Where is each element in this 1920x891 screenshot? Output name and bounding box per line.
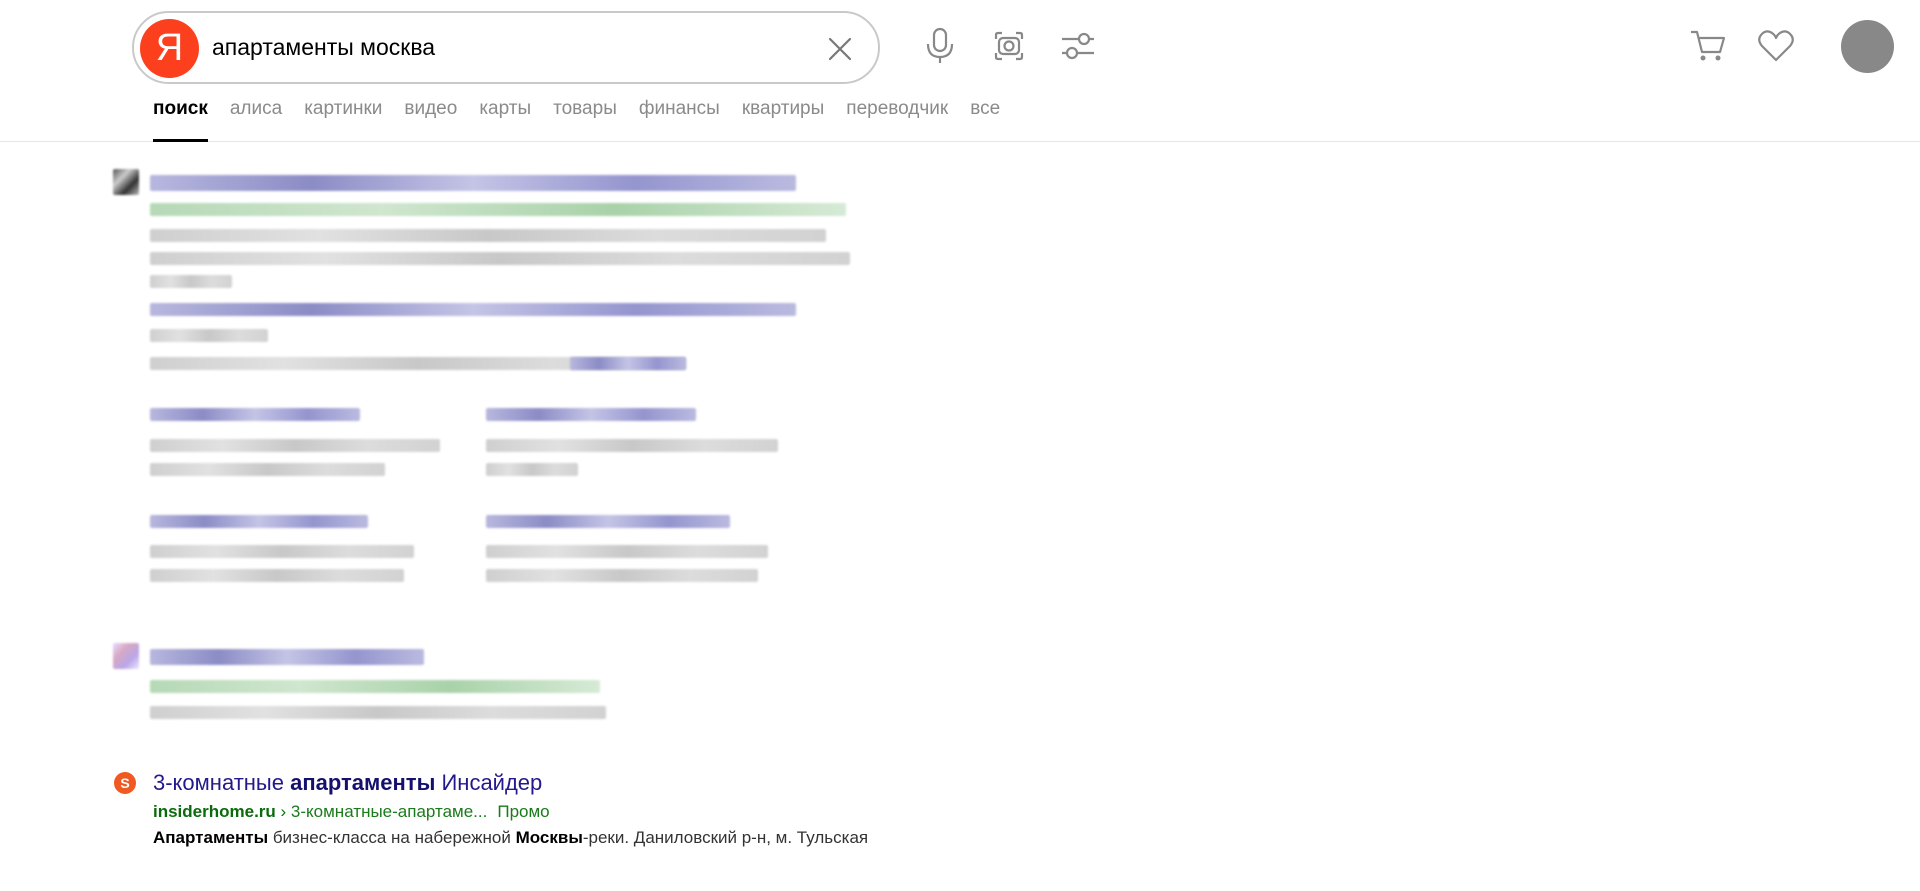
microphone-icon[interactable] [918, 24, 962, 68]
tab-search[interactable]: поиск [153, 98, 208, 142]
tab-maps[interactable]: карты [479, 98, 531, 142]
filters-icon[interactable] [1056, 24, 1100, 68]
blurred-sitelink [150, 303, 796, 316]
blurred-snippet-line [150, 229, 826, 242]
tab-finance[interactable]: финансы [639, 98, 720, 142]
search-box[interactable]: Я [132, 11, 880, 84]
result-title-text: Инсайдер [435, 770, 543, 795]
blurred-sitelink [150, 408, 360, 421]
avatar[interactable] [1841, 20, 1894, 73]
tab-apartments[interactable]: квартиры [742, 98, 824, 142]
blurred-sitelink [486, 515, 730, 528]
result-url: insiderhome.ru › 3-комнатные-апартаме...… [153, 802, 550, 822]
result-snippet: Апартаменты бизнес-класса на набережной … [153, 826, 873, 849]
camera-search-icon[interactable] [987, 24, 1031, 68]
promo-label: Промо [497, 802, 550, 821]
result-title-highlight: апартаменты [290, 770, 436, 795]
result-favicon: S [114, 772, 136, 794]
blurred-favicon [113, 643, 139, 669]
breadcrumb-separator: › [275, 802, 291, 821]
blurred-sitelink [150, 515, 368, 528]
blurred-snippet-line [150, 275, 232, 288]
blurred-snippet-line [150, 463, 385, 476]
blurred-snippet-line [486, 463, 578, 476]
header: Я поиск алиса картинки видео карты товар… [0, 0, 1920, 142]
blurred-sitelink [570, 357, 686, 370]
yandex-logo[interactable]: Я [140, 19, 199, 78]
close-icon[interactable] [824, 33, 856, 65]
heart-icon[interactable] [1754, 24, 1798, 68]
cart-icon[interactable] [1686, 24, 1730, 68]
blurred-snippet-line [150, 569, 404, 582]
result-title-text: 3-комнатные [153, 770, 291, 795]
blurred-url [150, 203, 846, 216]
snippet-highlight: Апартаменты [153, 828, 269, 847]
blurred-snippet-line [150, 329, 268, 342]
blurred-snippet-line [486, 569, 758, 582]
blurred-snippet-line [150, 439, 440, 452]
tab-all[interactable]: все [970, 98, 1000, 142]
snippet-text: -реки. Даниловский р-н, м. Тульская [582, 828, 869, 847]
blurred-snippet-line [150, 545, 414, 558]
blurred-sitelink [486, 408, 696, 421]
blurred-url [150, 680, 600, 693]
blurred-snippet-line [150, 252, 850, 265]
search-tabs: поиск алиса картинки видео карты товары … [153, 98, 1022, 142]
blurred-favicon [113, 169, 139, 195]
snippet-text: бизнес-класса на набережной [268, 828, 516, 847]
blurred-title [150, 649, 424, 665]
blurred-title [150, 175, 796, 191]
result-domain-link[interactable]: insiderhome.ru [153, 802, 276, 821]
blurred-snippet-line [486, 439, 778, 452]
snippet-highlight: Москвы [515, 828, 583, 847]
result-path-link[interactable]: 3-комнатные-апартаме... [291, 802, 487, 821]
result-title-link[interactable]: 3-комнатные апартаменты Инсайдер [153, 770, 542, 796]
blurred-snippet-line [150, 706, 606, 719]
tab-goods[interactable]: товары [553, 98, 617, 142]
tab-alice[interactable]: алиса [230, 98, 282, 142]
blurred-snippet-line [486, 545, 768, 558]
tab-images[interactable]: картинки [304, 98, 382, 142]
tab-translator[interactable]: переводчик [846, 98, 948, 142]
search-input[interactable] [212, 29, 772, 65]
tab-video[interactable]: видео [404, 98, 457, 142]
